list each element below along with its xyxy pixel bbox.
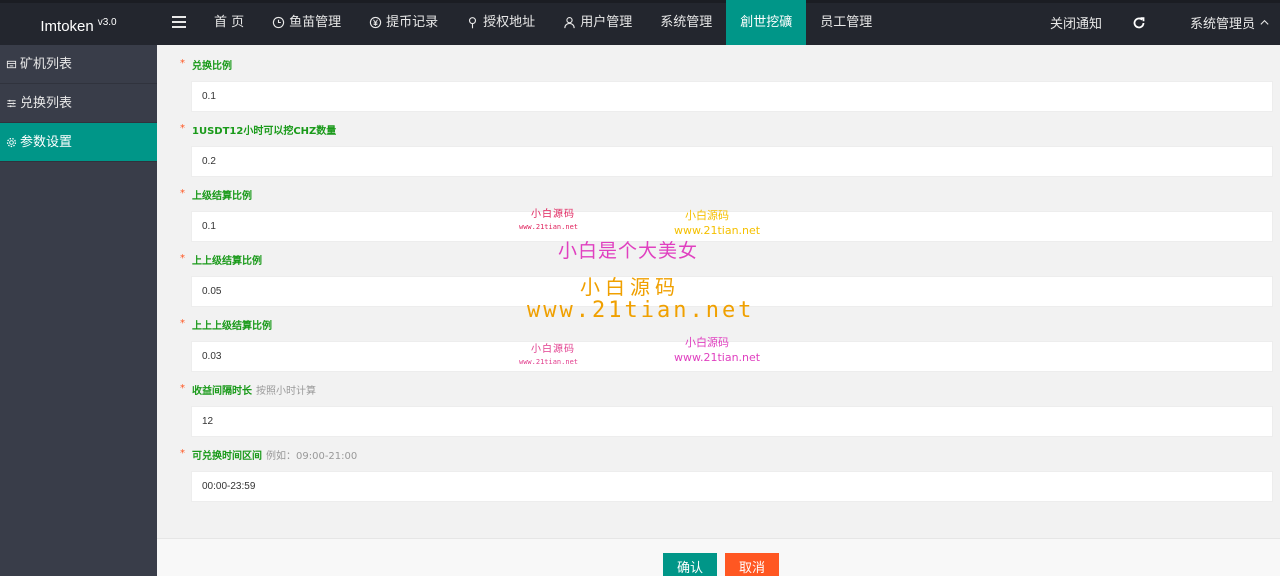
field-label-text: 兑换比例: [192, 61, 232, 72]
sidebar: 矿机列表 兑换列表 参数设置: [0, 45, 157, 576]
nav-item-users[interactable]: 用户管理: [549, 0, 646, 45]
chevron-up-icon: [1260, 19, 1269, 25]
top-bar: Imtoken v3.0 首 页 鱼苗管理 提币记录 授权地址 用户管理 系统管理…: [0, 0, 1280, 45]
field-label: * 上级结算比例: [180, 188, 256, 205]
field-label: * 1USDT12小时可以挖CHZ数量: [180, 123, 340, 140]
user-icon: [564, 17, 575, 29]
clock-icon: [272, 16, 285, 29]
sliders-icon: [7, 99, 16, 107]
cancel-button[interactable]: 取消: [725, 553, 780, 576]
nav-item-auth[interactable]: 授权地址: [452, 0, 549, 45]
sidebar-item-exchanges[interactable]: 兑换列表: [0, 84, 157, 123]
field-hint: 例如：09:00-21:00: [266, 451, 358, 462]
top-right-tools: 关闭通知 系统管理员: [1050, 0, 1280, 45]
confirm-button[interactable]: 确认: [663, 553, 718, 576]
gear-icon: [6, 137, 17, 147]
required-mark: *: [180, 318, 185, 329]
nav-item-home[interactable]: 首 页: [200, 0, 258, 45]
location-icon: [469, 17, 477, 29]
field-label: * 兑换比例: [180, 58, 236, 75]
field-label-text: 上级结算比例: [192, 191, 252, 202]
menu-toggle-icon[interactable]: [172, 15, 186, 29]
nav-system-label: 系统管理: [660, 15, 713, 30]
nav-staff-label: 员工管理: [820, 15, 873, 30]
card-icon: [6, 60, 17, 68]
refresh-icon[interactable]: [1132, 16, 1146, 30]
required-mark: *: [180, 448, 185, 459]
nav-withdraw-label: 提币记录: [386, 15, 439, 30]
app-version: v3.0: [97, 17, 117, 28]
field-label: * 可兑换时间区间 例如：09:00-21:00: [180, 448, 358, 465]
form-actions: 确认 取消: [157, 538, 1280, 576]
nav-item-staff[interactable]: 员工管理: [806, 0, 886, 45]
field-label-text: 收益间隔时长: [192, 386, 252, 397]
required-mark: *: [180, 188, 185, 199]
level3-ratio-input[interactable]: [191, 341, 1273, 372]
sidebar-settings-label: 参数设置: [20, 134, 73, 150]
income-interval-input[interactable]: [191, 406, 1273, 437]
nav-home-label: 首 页: [214, 15, 245, 30]
field-label-text: 1USDT12小时可以挖CHZ数量: [192, 126, 337, 137]
chz-per-usdt-input[interactable]: [191, 146, 1273, 177]
settings-form: * 兑换比例 * 1USDT12小时可以挖CHZ数量 * 上级结算比例 * 上上级结算比…: [157, 45, 1280, 538]
field-label: * 收益间隔时长 按照小时计算: [180, 383, 316, 400]
level1-ratio-input[interactable]: [191, 211, 1273, 242]
field-label: * 上上级结算比例: [180, 253, 266, 270]
required-mark: *: [180, 383, 185, 394]
required-mark: *: [180, 123, 185, 134]
field-label: * 上上上级结算比例: [180, 318, 276, 335]
nav-users-label: 用户管理: [580, 15, 633, 30]
nav-item-genesis-mining[interactable]: 創世挖礦: [726, 0, 807, 45]
close-notice-link[interactable]: 关闭通知: [1050, 13, 1102, 32]
app-name: Imtoken: [40, 18, 94, 35]
field-label-text: 可兑换时间区间: [192, 451, 262, 462]
nav-auth-label: 授权地址: [483, 15, 536, 30]
yen-icon: [369, 16, 382, 29]
required-mark: *: [180, 253, 185, 264]
top-nav: 首 页 鱼苗管理 提币记录 授权地址 用户管理 系统管理 創世挖礦 员工管理: [200, 0, 886, 45]
user-menu[interactable]: 系统管理员: [1190, 13, 1270, 32]
field-label-text: 上上上级结算比例: [192, 321, 272, 332]
sidebar-miners-label: 矿机列表: [20, 56, 73, 72]
exchange-ratio-input[interactable]: [191, 81, 1273, 112]
sidebar-item-miners[interactable]: 矿机列表: [0, 45, 157, 84]
nav-item-fry[interactable]: 鱼苗管理: [258, 0, 355, 45]
field-hint: 按照小时计算: [256, 386, 316, 397]
nav-item-system[interactable]: 系统管理: [646, 0, 726, 45]
required-mark: *: [180, 58, 185, 69]
nav-genesis-label: 創世挖礦: [740, 15, 793, 30]
sidebar-item-settings[interactable]: 参数设置: [0, 123, 157, 162]
user-name: 系统管理员: [1189, 17, 1255, 32]
field-label-text: 上上级结算比例: [192, 256, 262, 267]
exchange-time-range-input[interactable]: [191, 471, 1273, 502]
nav-item-withdraw[interactable]: 提币记录: [355, 0, 452, 45]
nav-fry-label: 鱼苗管理: [289, 15, 342, 30]
app-logo[interactable]: Imtoken v3.0: [0, 0, 157, 45]
level2-ratio-input[interactable]: [191, 276, 1273, 307]
sidebar-exchanges-label: 兑换列表: [20, 95, 73, 111]
